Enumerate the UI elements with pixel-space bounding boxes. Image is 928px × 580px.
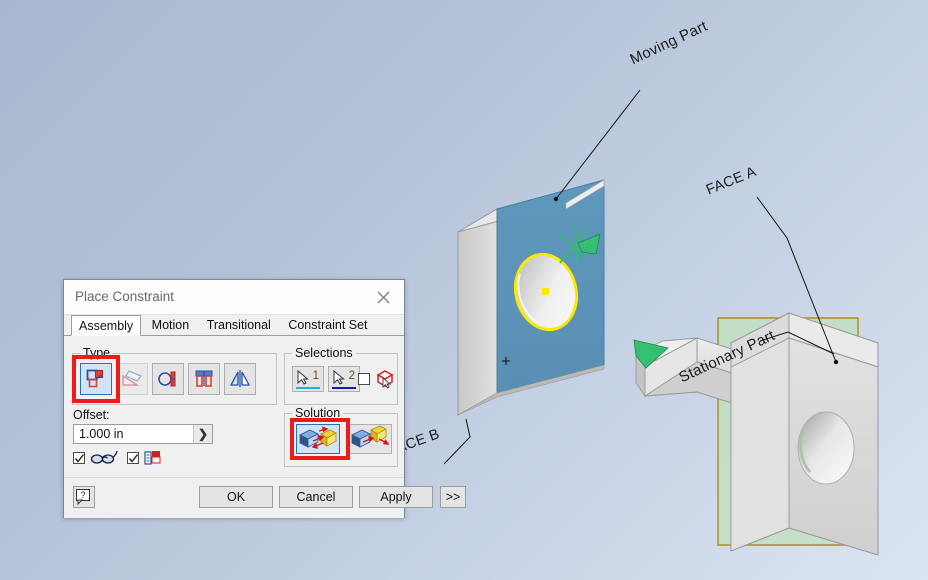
solution-button-flush[interactable] — [348, 424, 392, 454]
dialog-title: Place Constraint — [75, 289, 175, 304]
dialog-body: Type Selections 1 2 Offset: 1.000 in ❯ S… — [64, 336, 466, 518]
solution-button-mate[interactable] — [296, 424, 340, 454]
place-constraint-dialog: Place Constraint Assembly Motion Transit… — [63, 279, 466, 518]
help-button[interactable]: ? — [73, 486, 95, 508]
offset-input[interactable]: 1.000 in ❯ — [73, 424, 213, 444]
tab-motion[interactable]: Motion — [145, 315, 197, 336]
pick-part-first-checkbox[interactable] — [358, 373, 370, 385]
solution-group-legend: Solution — [292, 406, 344, 420]
dialog-titlebar[interactable]: Place Constraint — [64, 280, 404, 315]
close-icon — [377, 291, 390, 304]
stationary-part-hole — [797, 411, 855, 485]
offset-value: 1.000 in — [79, 427, 124, 441]
selection-1-number: 1 — [312, 370, 319, 382]
help-icon: ? — [76, 489, 90, 506]
tangent-icon — [158, 371, 176, 387]
selection-button-1[interactable]: 1 — [292, 366, 324, 392]
apply-button[interactable]: Apply — [359, 486, 433, 508]
offset-dropdown-button[interactable]: ❯ — [193, 425, 212, 443]
offset-label: Offset: — [73, 408, 110, 422]
predict-offset-checkbox[interactable] — [127, 452, 139, 464]
predict-offset-icon — [144, 451, 161, 465]
mate-icon — [86, 369, 103, 388]
close-button[interactable] — [364, 280, 404, 313]
cursor-arrow-icon — [297, 370, 309, 385]
type-button-insert[interactable] — [188, 363, 220, 395]
angle-icon — [122, 370, 143, 386]
flush-solution-icon — [351, 425, 390, 448]
selection-1-underline — [296, 387, 320, 389]
type-button-mate[interactable] — [80, 363, 112, 395]
moving-part-geometry — [457, 179, 605, 416]
selections-group-legend: Selections — [292, 346, 356, 360]
checkmark-icon — [74, 454, 85, 463]
cursor-arrow-icon — [333, 370, 345, 385]
dialog-tabstrip: Assembly Motion Transitional Constraint … — [64, 315, 404, 336]
svg-text:?: ? — [80, 490, 85, 500]
pick-part-first-cube-icon — [376, 370, 394, 389]
expand-button[interactable]: >> — [440, 486, 466, 508]
tab-constraint-set[interactable]: Constraint Set — [281, 315, 374, 336]
cancel-button[interactable]: Cancel — [279, 486, 353, 508]
hole-center-point — [542, 288, 549, 295]
ok-button[interactable]: OK — [199, 486, 273, 508]
pick-part-first-icon[interactable] — [375, 369, 395, 389]
selection-2-number: 2 — [348, 370, 355, 382]
dialog-footer: ? OK Cancel Apply >> — [64, 477, 466, 518]
checkmark-icon — [128, 454, 139, 463]
glasses-icon — [90, 450, 118, 464]
type-button-symmetry[interactable] — [224, 363, 256, 395]
insert-icon — [195, 370, 213, 387]
selection-2-underline — [332, 387, 356, 389]
application-window: Moving Part FACE A Stationary Part FACE … — [0, 0, 928, 580]
tab-assembly[interactable]: Assembly — [71, 315, 142, 336]
tab-transitional[interactable]: Transitional — [200, 315, 278, 336]
type-button-angle — [116, 363, 148, 395]
selection-button-2[interactable]: 2 — [328, 366, 360, 392]
type-button-tangent[interactable] — [152, 363, 184, 395]
symmetry-icon — [229, 370, 251, 387]
mate-solution-icon — [299, 426, 337, 449]
show-preview-checkbox[interactable] — [73, 452, 85, 464]
type-group-legend: Type — [80, 346, 114, 360]
